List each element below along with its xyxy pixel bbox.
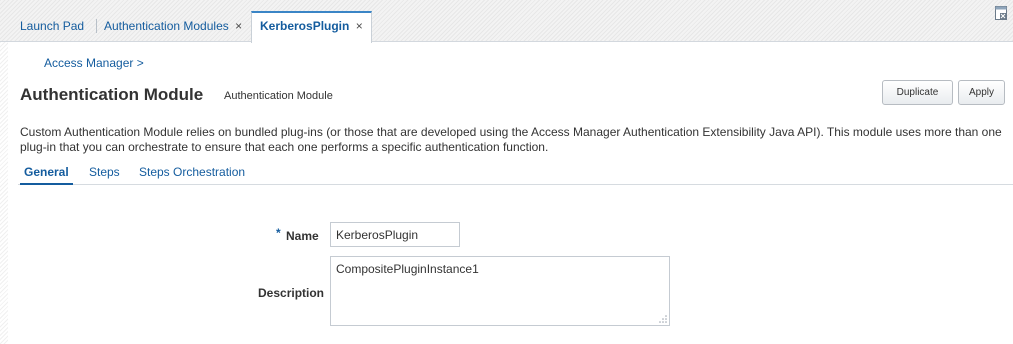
module-description-text: Custom Authentication Module relies on b… bbox=[20, 125, 1002, 154]
close-icon[interactable]: × bbox=[235, 19, 242, 33]
tab-label: Launch Pad bbox=[20, 19, 85, 33]
document-tab-bar: Launch Pad Authentication Modules × Kerb… bbox=[0, 0, 1013, 43]
breadcrumb[interactable]: Access Manager > bbox=[44, 56, 144, 70]
sub-tab-bar: General Steps Steps Orchestration bbox=[18, 165, 1013, 185]
duplicate-button[interactable]: Duplicate bbox=[882, 80, 953, 105]
required-marker: * bbox=[276, 226, 281, 240]
page-subtitle: Authentication Module bbox=[224, 90, 333, 102]
authentication-module-page: Launch Pad Authentication Modules × Kerb… bbox=[0, 0, 1013, 344]
name-label: Name bbox=[286, 229, 319, 243]
tab-steps[interactable]: Steps bbox=[89, 165, 120, 185]
close-icon[interactable]: × bbox=[356, 19, 363, 33]
tab-launch-pad[interactable]: Launch Pad bbox=[12, 11, 92, 42]
tab-authentication-modules[interactable]: Authentication Modules × bbox=[96, 11, 250, 42]
tab-general[interactable]: General bbox=[20, 165, 73, 185]
description-field[interactable]: CompositePluginInstance1 bbox=[330, 256, 670, 326]
tab-kerberos-plugin[interactable]: KerberosPlugin × bbox=[251, 11, 372, 43]
panel-edge bbox=[0, 42, 8, 344]
tab-steps-orchestration[interactable]: Steps Orchestration bbox=[139, 165, 245, 185]
maximize-icon[interactable] bbox=[995, 6, 1007, 20]
description-label: Description bbox=[258, 286, 325, 300]
resize-grip-icon[interactable] bbox=[657, 313, 667, 323]
apply-button[interactable]: Apply bbox=[958, 80, 1005, 105]
name-field[interactable] bbox=[330, 222, 460, 247]
page-title: Authentication Module bbox=[20, 85, 204, 104]
tab-label: Authentication Modules bbox=[104, 19, 229, 33]
tab-label: KerberosPlugin bbox=[260, 19, 350, 33]
